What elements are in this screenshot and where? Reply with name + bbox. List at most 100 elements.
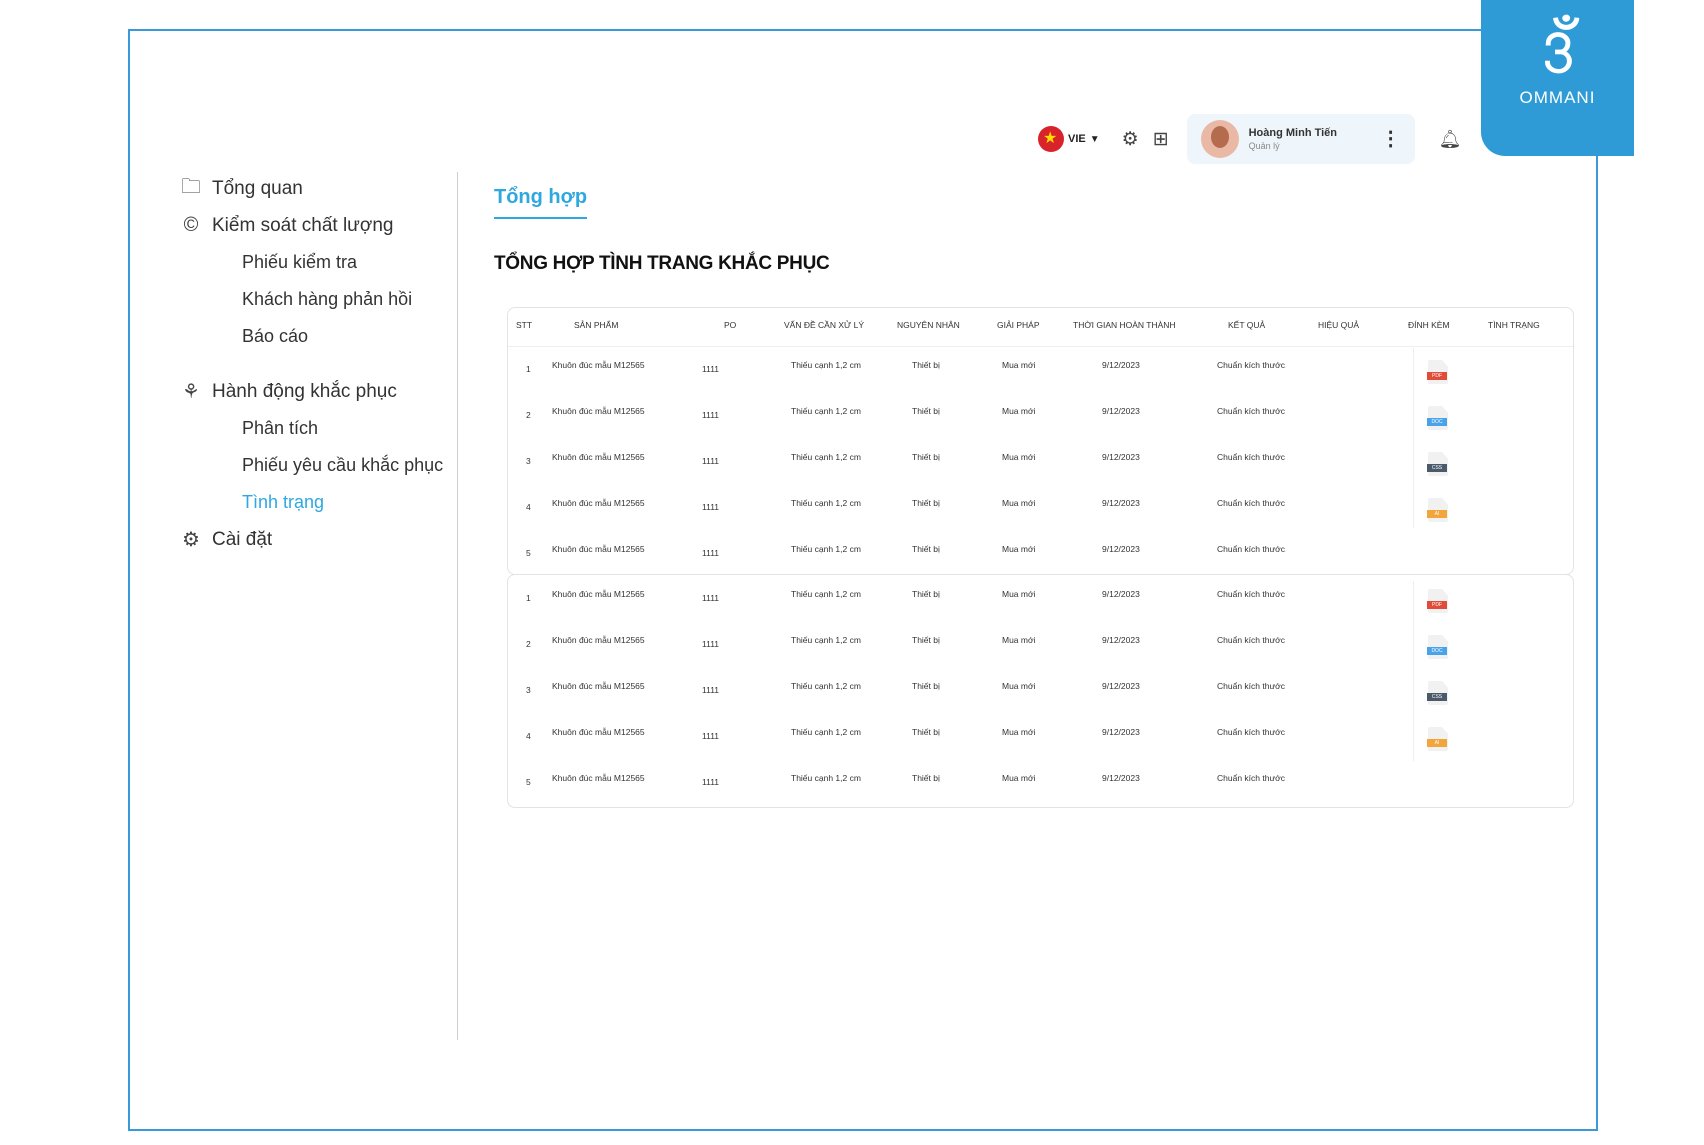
row-time: 9/12/2023 — [1102, 360, 1140, 370]
attachment-file-icon[interactable]: AI — [1427, 498, 1450, 524]
attachment-file-icon[interactable]: PDF — [1427, 589, 1450, 615]
language-selector[interactable]: VIE — [1068, 133, 1086, 145]
sidebar-subitem-analysis[interactable]: Phân tích — [178, 410, 458, 447]
brand-mark: 3ঁ — [1542, 18, 1574, 86]
row-cause: Thiết bị — [912, 406, 940, 416]
row-po: 1111 — [702, 639, 720, 649]
row-cause: Thiết bị — [912, 360, 940, 370]
table-row[interactable]: 5 Khuôn đúc mẫu M12565 1111 Thiếu cạnh 1,2 … — [508, 759, 1573, 805]
row-solution: Mua mới — [1002, 589, 1036, 599]
row-cause: Thiết bị — [912, 452, 940, 462]
row-result: Chuẩn kích thước — [1217, 452, 1285, 462]
table-header: STT SẢN PHẨM PO VẤN ĐỀ CẦN XỬ LÝ NGUYÊN … — [508, 308, 1573, 347]
row-solution: Mua mới — [1002, 635, 1036, 645]
brand-name: OMMANI — [1519, 88, 1596, 107]
attachment-file-icon[interactable]: DOC — [1427, 635, 1450, 661]
sidebar-item-quality[interactable]: © Kiểm soát chất lượng — [178, 207, 458, 244]
row-issue: Thiếu cạnh 1,2 cm — [791, 773, 861, 783]
attachment-file-icon[interactable]: DOC — [1427, 406, 1450, 432]
brand-logo[interactable]: 3ঁ OMMANI — [1481, 0, 1634, 156]
row-stt: 5 — [526, 777, 531, 787]
status-table: STT SẢN PHẨM PO VẤN ĐỀ CẦN XỬ LÝ NGUYÊN … — [507, 307, 1574, 575]
row-cause: Thiết bị — [912, 727, 940, 737]
table-row[interactable]: 4 Khuôn đúc mẫu M12565 1111 Thiếu cạnh 1,2 … — [508, 713, 1573, 759]
settings-gear-icon[interactable]: ⚙ — [1122, 128, 1139, 151]
table-row[interactable]: 3 Khuôn đúc mẫu M12565 1111 Thiếu cạnh 1,2 … — [508, 438, 1573, 484]
sidebar-subitem-feedback[interactable]: Khách hàng phản hồi — [178, 281, 458, 318]
column-header-issue: VẤN ĐỀ CẦN XỬ LÝ — [784, 320, 865, 330]
row-result: Chuẩn kích thước — [1217, 360, 1285, 370]
row-issue: Thiếu cạnh 1,2 cm — [791, 681, 861, 691]
chevron-down-icon[interactable]: ▼ — [1090, 134, 1100, 145]
row-result: Chuẩn kích thước — [1217, 773, 1285, 783]
row-po: 1111 — [702, 548, 720, 558]
row-cause: Thiết bị — [912, 498, 940, 508]
row-time: 9/12/2023 — [1102, 544, 1140, 554]
row-product: Khuôn đúc mẫu M12565 — [552, 452, 645, 462]
table-row[interactable]: 5 Khuôn đúc mẫu M12565 1111 Thiếu cạnh 1,2 … — [508, 530, 1573, 576]
row-solution: Mua mới — [1002, 406, 1036, 416]
row-product: Khuôn đúc mẫu M12565 — [552, 635, 645, 645]
hands-icon: ⚘ — [182, 381, 200, 403]
row-po: 1111 — [702, 731, 720, 741]
attachment-file-icon[interactable]: AI — [1427, 727, 1450, 753]
page-title: TỔNG HỢP TÌNH TRANG KHẮC PHỤC — [494, 253, 830, 274]
row-issue: Thiếu cạnh 1,2 cm — [791, 452, 861, 462]
row-po: 1111 — [702, 456, 720, 466]
sidebar-subitem-report[interactable]: Báo cáo — [178, 318, 458, 355]
table-row[interactable]: 1 Khuôn đúc mẫu M12565 1111 Thiếu cạnh 1,2 … — [508, 346, 1573, 392]
tab-summary[interactable]: Tổng hợp — [494, 186, 588, 219]
row-cause: Thiết bị — [912, 773, 940, 783]
row-cause: Thiết bị — [912, 681, 940, 691]
row-stt: 2 — [526, 639, 531, 649]
table-row[interactable]: 2 Khuôn đúc mẫu M12565 1111 Thiếu cạnh 1,2 … — [508, 392, 1573, 438]
sidebar-subitem-request[interactable]: Phiếu yêu cầu khắc phục — [178, 447, 458, 484]
row-product: Khuôn đúc mẫu M12565 — [552, 681, 645, 691]
row-solution: Mua mới — [1002, 544, 1036, 554]
row-result: Chuẩn kích thước — [1217, 406, 1285, 416]
attachment-file-icon[interactable]: PDF — [1427, 360, 1450, 386]
row-stt: 1 — [526, 593, 531, 603]
sidebar-subitem-inspection[interactable]: Phiếu kiểm tra — [178, 244, 458, 281]
row-solution: Mua mới — [1002, 773, 1036, 783]
sidebar-subitem-status[interactable]: Tình trạng — [178, 484, 458, 521]
table-row[interactable]: 3 Khuôn đúc mẫu M12565 1111 Thiếu cạnh 1,2 … — [508, 667, 1573, 713]
row-product: Khuôn đúc mẫu M12565 — [552, 773, 645, 783]
row-solution: Mua mới — [1002, 727, 1036, 737]
row-result: Chuẩn kích thước — [1217, 589, 1285, 599]
row-product: Khuôn đúc mẫu M12565 — [552, 589, 645, 599]
row-solution: Mua mới — [1002, 452, 1036, 462]
row-po: 1111 — [702, 593, 720, 603]
table-row[interactable]: 1 Khuôn đúc mẫu M12565 1111 Thiếu cạnh 1,2 … — [508, 575, 1573, 621]
sidebar-item-label: Tổng quan — [212, 177, 303, 199]
attachment-file-icon[interactable]: CSS — [1427, 452, 1450, 478]
more-vertical-icon[interactable]: ⋮ — [1381, 126, 1401, 151]
table-row[interactable]: 2 Khuôn đúc mẫu M12565 1111 Thiếu cạnh 1,2 … — [508, 621, 1573, 667]
row-solution: Mua mới — [1002, 498, 1036, 508]
sidebar-item-corrective[interactable]: ⚘ Hành động khắc phục — [178, 373, 458, 410]
row-po: 1111 — [702, 685, 720, 695]
sidebar-item-settings[interactable]: ⚙ Cài đặt — [178, 521, 458, 558]
row-stt: 3 — [526, 456, 531, 466]
column-header-effect: HIỆU QUẢ — [1318, 320, 1360, 330]
column-header-solution: GIẢI PHÁP — [997, 320, 1040, 330]
sidebar-item-label: Kiểm soát chất lượng — [212, 214, 394, 236]
attachment-file-icon[interactable]: CSS — [1427, 681, 1450, 707]
row-stt: 4 — [526, 502, 531, 512]
row-result: Chuẩn kích thước — [1217, 727, 1285, 737]
vietnam-flag-icon[interactable] — [1038, 126, 1064, 152]
user-card[interactable]: Hoàng Minh Tiến Quản lý ⋮ — [1186, 114, 1415, 164]
row-stt: 5 — [526, 548, 531, 558]
copyright-icon: © — [183, 214, 199, 236]
row-product: Khuôn đúc mẫu M12565 — [552, 727, 645, 737]
apps-grid-icon[interactable]: ⊞ — [1153, 128, 1169, 151]
avatar — [1200, 120, 1239, 158]
row-issue: Thiếu cạnh 1,2 cm — [791, 589, 861, 599]
sidebar-item-overview[interactable]: 🗀 Tổng quan — [178, 170, 458, 207]
row-time: 9/12/2023 — [1102, 681, 1140, 691]
bell-icon[interactable]: 🔔︎ — [1439, 129, 1462, 150]
row-po: 1111 — [702, 777, 720, 787]
row-stt: 2 — [526, 410, 531, 420]
table-row[interactable]: 4 Khuôn đúc mẫu M12565 1111 Thiếu cạnh 1,2 … — [508, 484, 1573, 530]
column-header-attachment: ĐÍNH KÈM — [1408, 320, 1450, 330]
